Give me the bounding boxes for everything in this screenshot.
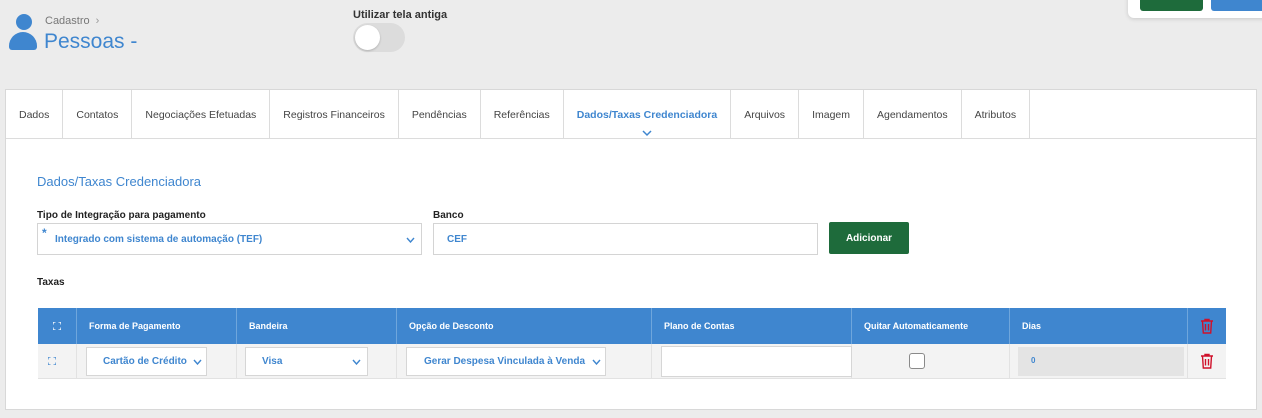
back-button[interactable]: Voltar — [1211, 0, 1262, 11]
col-flag: Bandeira — [237, 308, 397, 344]
days-cell: 0 — [1010, 344, 1188, 379]
flag-value: Visa — [262, 356, 283, 367]
old-screen-toggle[interactable] — [353, 23, 405, 52]
chevron-right-icon: › — [95, 15, 100, 27]
table-row: Cartão de Crédito Visa Gerar Despesa Vin… — [38, 344, 1226, 379]
col-payment-form: Forma de Pagamento — [77, 308, 237, 344]
account-plan-input[interactable] — [661, 346, 852, 377]
add-button[interactable]: Adicionar — [829, 222, 909, 254]
discount-option-value: Gerar Despesa Vinculada à Venda — [424, 356, 586, 367]
tab-arquivos[interactable]: Arquivos — [731, 90, 800, 139]
main-panel: Dados Contatos Negociações Efetuadas Reg… — [5, 89, 1257, 410]
row-delete-cell — [1188, 344, 1226, 379]
expand-icon[interactable] — [53, 322, 61, 330]
row-expand-cell — [38, 344, 77, 379]
chevron-down-icon — [193, 359, 202, 365]
bank-value: CEF — [447, 234, 467, 245]
flag-select[interactable]: Visa — [245, 347, 368, 376]
tab-registros-financeiros[interactable]: Registros Financeiros — [270, 90, 399, 139]
col-discount-option: Opção de Desconto — [397, 308, 652, 344]
tab-negociacoes[interactable]: Negociações Efetuadas — [132, 90, 271, 139]
flag-cell: Visa — [237, 344, 397, 379]
tab-dados[interactable]: Dados — [6, 90, 64, 139]
auto-settle-cell — [852, 344, 1010, 379]
payment-form-cell: Cartão de Crédito — [77, 344, 237, 379]
trash-icon[interactable] — [1200, 353, 1214, 369]
required-marker: * — [42, 226, 47, 240]
user-avatar-icon — [8, 14, 38, 52]
section-title: Dados/Taxas Credenciadora — [37, 174, 202, 189]
chevron-down-icon — [642, 130, 652, 137]
chevron-down-icon — [406, 237, 415, 243]
tab-contatos[interactable]: Contatos — [63, 90, 133, 139]
old-screen-label: Utilizar tela antiga — [353, 9, 448, 21]
payment-form-select[interactable]: Cartão de Crédito — [86, 347, 207, 376]
tab-bar: Dados Contatos Negociações Efetuadas Reg… — [6, 90, 1031, 139]
days-input[interactable]: 0 — [1018, 347, 1184, 376]
toggle-knob — [355, 25, 380, 50]
tab-agendamentos[interactable]: Agendamentos — [864, 90, 962, 139]
integration-type-value: Integrado com sistema de automação (TEF) — [55, 234, 263, 245]
col-account-plan: Plano de Contas — [652, 308, 852, 344]
breadcrumb[interactable]: Cadastro › — [45, 15, 99, 27]
tab-label: Dados/Taxas Credenciadora — [576, 108, 718, 121]
page-title: Pessoas - — [44, 30, 138, 53]
chevron-down-icon — [352, 359, 361, 365]
col-days: Dias — [1010, 308, 1188, 344]
integration-type-label: Tipo de Integração para pagamento — [37, 210, 206, 221]
trash-icon[interactable] — [1200, 318, 1214, 334]
days-value: 0 — [1031, 356, 1036, 365]
fees-table-header: Forma de Pagamento Bandeira Opção de Des… — [38, 308, 1226, 344]
save-button[interactable]: Salvar — [1140, 0, 1203, 11]
breadcrumb-cadastro[interactable]: Cadastro — [45, 15, 90, 27]
tab-pendencias[interactable]: Pendências — [398, 90, 481, 139]
integration-type-select[interactable]: * Integrado com sistema de automação (TE… — [37, 223, 422, 255]
auto-settle-checkbox[interactable] — [909, 353, 925, 369]
chevron-down-icon — [592, 359, 601, 365]
account-plan-cell — [652, 344, 852, 379]
bank-label: Banco — [433, 210, 464, 221]
delete-all-cell — [1188, 308, 1226, 344]
tab-divider — [6, 138, 1256, 139]
payment-form-value: Cartão de Crédito — [103, 356, 187, 367]
tab-atributos[interactable]: Atributos — [961, 90, 1031, 139]
fees-label: Taxas — [37, 277, 65, 288]
discount-option-select[interactable]: Gerar Despesa Vinculada à Venda — [406, 347, 606, 376]
action-panel: Salvar Voltar — [1128, 0, 1262, 18]
tab-imagem[interactable]: Imagem — [799, 90, 864, 139]
expand-all-cell — [38, 308, 77, 344]
expand-icon[interactable] — [48, 357, 56, 365]
col-auto-settle: Quitar Automaticamente — [852, 308, 1010, 344]
tab-referencias[interactable]: Referências — [480, 90, 564, 139]
bank-input[interactable]: CEF — [433, 223, 818, 255]
tab-dados-taxas-credenciadora[interactable]: Dados/Taxas Credenciadora — [563, 90, 732, 139]
discount-option-cell: Gerar Despesa Vinculada à Venda — [397, 344, 652, 379]
